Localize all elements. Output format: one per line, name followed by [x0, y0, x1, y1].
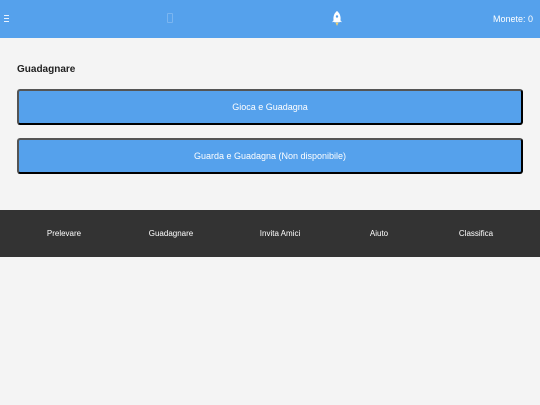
watch-and-earn-button[interactable]: Guarda e Guadagna (Non disponibile) — [17, 138, 523, 174]
earn-section: Guadagnare Gioca e Guadagna Guarda e Gua… — [17, 64, 523, 187]
play-and-earn-button[interactable]: Gioca e Guadagna — [17, 89, 523, 125]
top-app-bar: Monete: 0 — [0, 0, 540, 38]
nav-item-invite-friends[interactable]: Invita Amici — [260, 229, 300, 239]
hamburger-menu-icon[interactable] — [4, 13, 12, 23]
nav-item-help[interactable]: Aiuto — [370, 229, 388, 239]
coins-balance: Monete: 0 — [492, 14, 533, 24]
bottom-navigation: Prelevare Guadagnare Invita Amici Aiuto … — [0, 210, 540, 257]
nav-item-leaderboard[interactable]: Classifica — [459, 229, 493, 239]
rocket-icon — [331, 10, 343, 28]
section-title: Guadagnare — [17, 64, 76, 75]
nav-item-withdraw[interactable]: Prelevare — [47, 229, 81, 239]
placeholder-icon — [167, 13, 173, 23]
nav-item-earn[interactable]: Guadagnare — [149, 229, 193, 239]
